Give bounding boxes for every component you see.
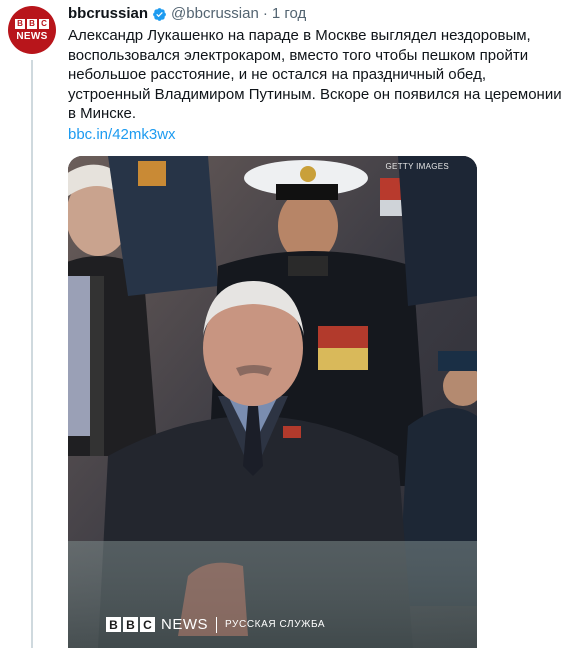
verified-badge-icon [153,7,166,21]
display-name[interactable]: bbcrussian [68,4,148,24]
handle[interactable]: @bbcrussian [171,4,259,24]
watermark-divider [216,616,217,633]
bbc-logo-blocks: B B C [15,18,49,29]
timestamp[interactable]: 1 год [272,4,306,24]
logo-block: B [27,18,37,29]
tweet-photo[interactable]: GETTY IMAGES B B C NEWS РУССКАЯ СЛУЖБА [68,156,477,648]
tweet-text: Александр Лукашенко на параде в Москве в… [68,27,562,122]
photo-illustration [68,156,477,648]
avatar[interactable]: B B C NEWS [8,6,56,54]
photo-credit: GETTY IMAGES [385,162,449,171]
tweet-link[interactable]: bbc.in/42mk3wx [68,125,176,145]
bbc-watermark: B B C NEWS РУССКАЯ СЛУЖБА [106,616,325,633]
separator-dot: · [262,5,268,22]
watermark-news: NEWS [161,616,208,633]
avatar-news-label: NEWS [16,30,48,42]
watermark-block: C [140,617,155,632]
watermark-block: B [106,617,121,632]
watermark-block: B [123,617,138,632]
logo-block: C [39,18,49,29]
thread-line [31,60,33,648]
logo-block: B [15,18,25,29]
watermark-service: РУССКАЯ СЛУЖБА [225,619,326,630]
tweet[interactable]: B B C NEWS bbcrussian @bbcrussian · 1 го… [0,0,582,648]
watermark-logo-blocks: B B C [106,617,155,632]
tweet-header: bbcrussian @bbcrussian · 1 год [68,4,306,24]
